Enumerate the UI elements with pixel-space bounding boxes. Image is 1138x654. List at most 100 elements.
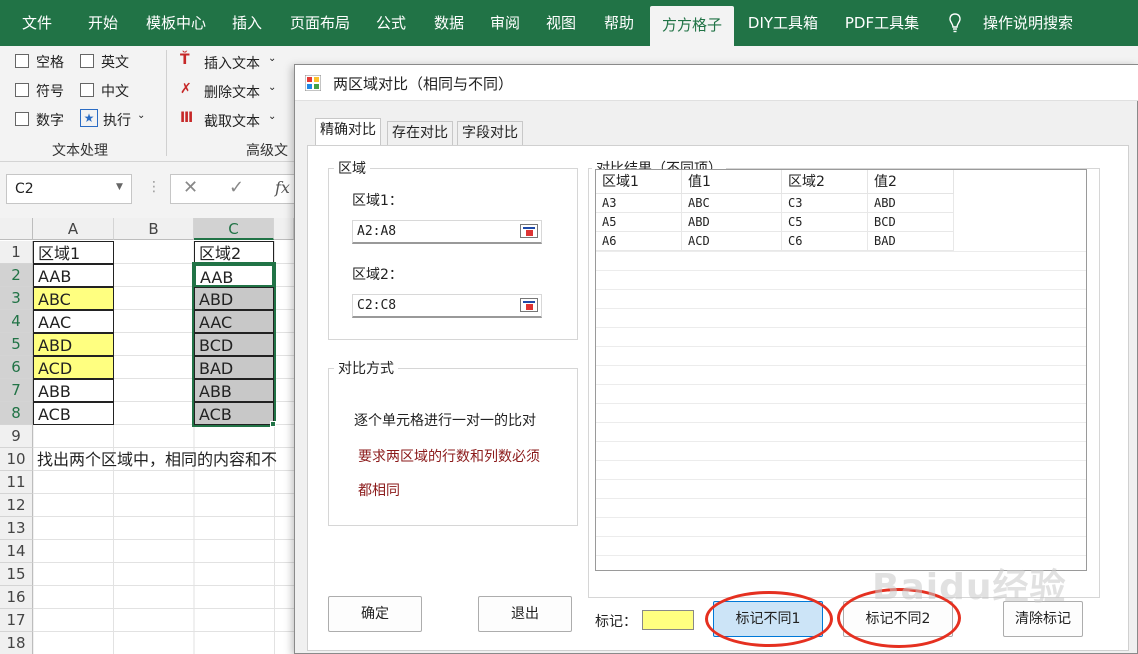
row-header[interactable]: 6 xyxy=(0,356,33,379)
region2-input[interactable]: C2:C8 xyxy=(352,294,542,318)
chevron-down-icon[interactable]: ▼ xyxy=(116,182,123,192)
cell-a2[interactable]: AAB xyxy=(33,264,114,287)
chevron-down-icon[interactable]: ⌄ xyxy=(137,110,145,121)
cell-c6[interactable]: BAD xyxy=(194,356,274,379)
cell-a5[interactable]: ABD xyxy=(33,333,114,356)
results-cell: A3 xyxy=(596,194,682,213)
row-header[interactable]: 17 xyxy=(0,609,33,632)
row-header[interactable]: 13 xyxy=(0,517,33,540)
tab-help[interactable]: 帮助 xyxy=(594,0,644,46)
row-header[interactable]: 7 xyxy=(0,379,33,402)
cancel-icon[interactable]: ✕ xyxy=(183,177,198,198)
tab-existence-compare[interactable]: 存在对比 xyxy=(387,121,453,145)
checkbox-symbol[interactable] xyxy=(15,83,29,97)
cell-c8[interactable]: ACB xyxy=(194,402,274,425)
cell-a10[interactable]: 找出两个区域中，相同的内容和不 xyxy=(33,448,294,471)
tab-formulas[interactable]: 公式 xyxy=(366,0,416,46)
chevron-down-icon[interactable]: ⌄ xyxy=(268,111,276,122)
row-header[interactable]: 2 xyxy=(0,264,33,287)
highlight-ellipse xyxy=(705,591,833,647)
row-header[interactable]: 10 xyxy=(0,448,33,471)
name-box[interactable]: C2 xyxy=(6,174,132,204)
tab-field-compare[interactable]: 字段对比 xyxy=(457,121,523,145)
execute-button[interactable]: 执行 xyxy=(103,110,131,130)
tab-pdf-tools[interactable]: PDF工具集 xyxy=(834,0,930,46)
cell-c5[interactable]: BCD xyxy=(194,333,274,356)
chevron-down-icon[interactable]: ⌄ xyxy=(268,53,276,64)
tab-page-layout[interactable]: 页面布局 xyxy=(282,0,358,46)
fill-handle[interactable] xyxy=(270,421,276,427)
range-picker-icon[interactable] xyxy=(520,298,538,312)
tell-me-search[interactable]: 操作说明搜索 xyxy=(976,0,1080,46)
tab-home[interactable]: 开始 xyxy=(76,0,130,46)
cell-c7[interactable]: ABB xyxy=(194,379,274,402)
row-header[interactable]: 1 xyxy=(0,241,33,264)
tab-view[interactable]: 视图 xyxy=(536,0,586,46)
tab-exact-compare[interactable]: 精确对比 xyxy=(315,118,381,146)
results-header-value2: 值2 xyxy=(868,170,954,194)
column-header-a[interactable]: A xyxy=(33,218,114,240)
row-header[interactable]: 14 xyxy=(0,540,33,563)
extract-text-button[interactable]: 截取文本 xyxy=(204,111,260,131)
cell-c3[interactable]: ABD xyxy=(194,287,274,310)
row-header[interactable]: 4 xyxy=(0,310,33,333)
lightbulb-icon xyxy=(949,13,961,33)
execute-icon[interactable]: ★ xyxy=(80,109,98,127)
row-header[interactable]: 9 xyxy=(0,425,33,448)
region1-value: A2:A8 xyxy=(357,224,397,239)
delete-text-button[interactable]: 删除文本 xyxy=(204,82,260,102)
cell-a7[interactable]: ABB xyxy=(33,379,114,402)
row-header[interactable]: 8 xyxy=(0,402,33,425)
region2-label: 区域2： xyxy=(352,267,403,283)
mark-color-swatch[interactable] xyxy=(642,610,694,630)
cell-a6[interactable]: ACD xyxy=(33,356,114,379)
row-header[interactable]: 5 xyxy=(0,333,33,356)
row-header[interactable]: 18 xyxy=(0,632,33,654)
row-header[interactable]: 16 xyxy=(0,586,33,609)
tab-diy-toolbox[interactable]: DIY工具箱 xyxy=(740,0,826,46)
chevron-down-icon[interactable]: ⌄ xyxy=(268,82,276,93)
cell-a3[interactable]: ABC xyxy=(33,287,114,310)
tab-fangfang-gezi[interactable]: 方方格子 xyxy=(650,6,734,46)
results-grid[interactable]: 区域1 值1 区域2 值2 A3 ABC C3 ABD A5 ABD C5 BC… xyxy=(595,169,1087,571)
region1-input[interactable]: A2:A8 xyxy=(352,220,542,244)
row-header[interactable]: 12 xyxy=(0,494,33,517)
results-cell: C6 xyxy=(782,232,868,251)
dialog-titlebar[interactable]: 两区域对比（相同与不同） xyxy=(295,65,1138,101)
checkbox-chinese[interactable] xyxy=(80,83,94,97)
tab-template-center[interactable]: 模板中心 xyxy=(138,0,214,46)
row-header[interactable]: 3 xyxy=(0,287,33,310)
results-cell: C3 xyxy=(782,194,868,213)
column-header-b[interactable]: B xyxy=(114,218,194,240)
app-icon xyxy=(305,75,321,91)
results-cell: C5 xyxy=(782,213,868,232)
column-header-d[interactable] xyxy=(274,218,294,240)
tab-review[interactable]: 审阅 xyxy=(480,0,530,46)
exit-button[interactable]: 退出 xyxy=(478,596,572,632)
row-header[interactable]: 15 xyxy=(0,563,33,586)
cell-a4[interactable]: AAC xyxy=(33,310,114,333)
cell-a8[interactable]: ACB xyxy=(33,402,114,425)
checkbox-english[interactable] xyxy=(80,54,94,68)
select-all-corner[interactable] xyxy=(0,218,33,240)
ok-button[interactable]: 确定 xyxy=(328,596,422,632)
cell-a1[interactable]: 区域1 xyxy=(33,241,114,264)
row-header[interactable]: 11 xyxy=(0,471,33,494)
checkbox-space[interactable] xyxy=(15,54,29,68)
group-text-processing: 文本处理 xyxy=(52,143,108,159)
tab-insert[interactable]: 插入 xyxy=(222,0,272,46)
region2-value: C2:C8 xyxy=(357,298,397,313)
function-icon[interactable]: fx xyxy=(275,178,290,197)
enter-icon[interactable]: ✓ xyxy=(229,177,244,198)
column-header-c[interactable]: C xyxy=(194,218,274,240)
cell-c2-active[interactable]: AAB xyxy=(194,264,274,287)
cell-c1[interactable]: 区域2 xyxy=(194,241,274,264)
insert-text-button[interactable]: 插入文本 xyxy=(204,53,260,73)
results-cell: BCD xyxy=(868,213,954,232)
range-picker-icon[interactable] xyxy=(520,224,538,238)
checkbox-number[interactable] xyxy=(15,112,29,126)
cell-c4[interactable]: AAC xyxy=(194,310,274,333)
tab-data[interactable]: 数据 xyxy=(424,0,474,46)
grip-icon: ⋮ xyxy=(147,179,161,195)
tab-file[interactable]: 文件 xyxy=(8,0,66,46)
